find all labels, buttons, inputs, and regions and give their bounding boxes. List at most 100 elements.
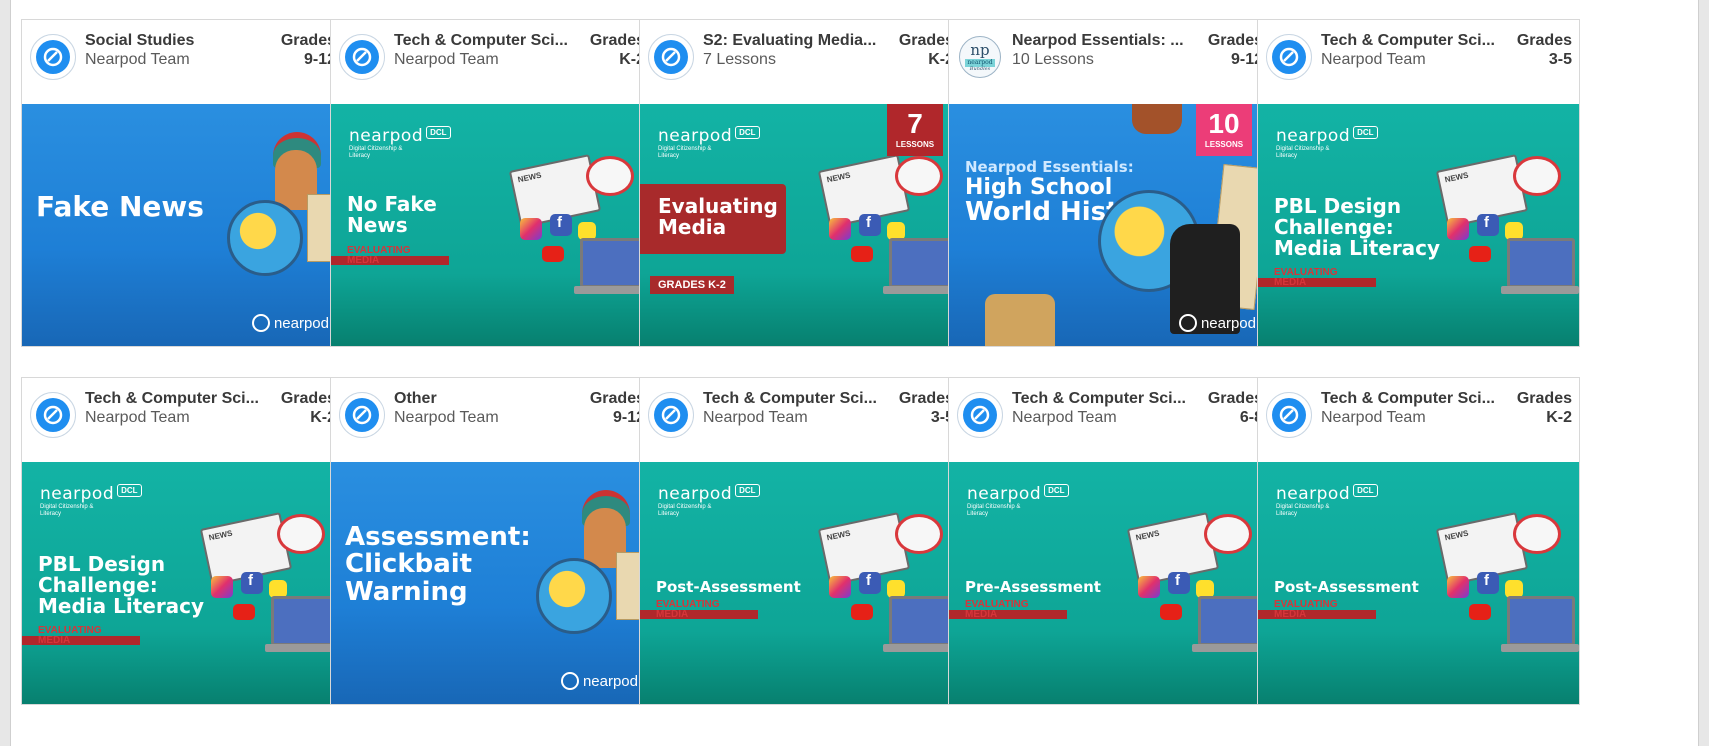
author-avatar	[648, 392, 694, 438]
nearpod-wordmark: nearpod	[967, 484, 1042, 504]
card-subject: Tech & Computer Sci...	[703, 390, 877, 407]
dcl-badge: DCL	[1353, 484, 1378, 497]
author-avatar	[30, 34, 76, 80]
grades-label: Grades	[898, 32, 954, 49]
card-author: Nearpod Team	[1012, 409, 1117, 426]
facebook-icon: f	[241, 572, 263, 594]
thumbnail-title-line: Pre-Assessment	[965, 578, 1101, 596]
lesson-thumbnail[interactable]: Fake News nearpod	[22, 104, 343, 346]
newspaper-label: NEWS	[825, 528, 852, 543]
evaluating-media-label: EVALUATING MEDIA	[38, 625, 102, 646]
thumbnail-title-line: No Fake	[347, 192, 437, 216]
card-header: Tech & Computer Sci... Nearpod Team Grades…	[1258, 378, 1579, 462]
speech-bubble-icon	[895, 156, 943, 196]
lesson-card[interactable]: np nearpod Bundles Nearpod Essentials: ... 1…	[948, 19, 1271, 347]
lesson-thumbnail[interactable]: Nearpod Essentials: High School World Hist…	[949, 104, 1270, 346]
evaluating-media-label: EVALUATING MEDIA	[656, 599, 720, 620]
card-author: 10 Lessons	[1012, 51, 1094, 68]
lesson-thumbnail[interactable]: nearpod DCL Digital Citizenship & Literacy…	[331, 104, 652, 346]
youtube-icon	[1469, 604, 1491, 620]
lesson-thumbnail[interactable]: nearpod DCL Digital Citizenship & Literacy…	[1258, 462, 1579, 704]
facebook-icon: f	[859, 572, 881, 594]
nearpod-dcl-logo: nearpod DCL Digital Citizenship & Literacy	[658, 126, 760, 160]
grades-value: K-2	[1546, 409, 1572, 426]
speech-bubble-icon	[1204, 514, 1252, 554]
nearpod-dcl-logo: nearpod DCL Digital Citizenship & Literacy	[1276, 484, 1378, 518]
card-author: 7 Lessons	[703, 51, 776, 68]
grades-label: Grades	[589, 390, 645, 407]
thumbnail-title-line: Assessment:	[345, 522, 531, 552]
lesson-count-label: LESSONS	[895, 140, 935, 149]
dcl-badge: DCL	[426, 126, 451, 139]
thumbnail-title: Fake News	[36, 190, 204, 223]
laptop-base	[1501, 644, 1579, 652]
youtube-icon	[851, 246, 873, 262]
instagram-icon	[1138, 576, 1160, 598]
thumbnail-title-line: Media Literacy	[1274, 236, 1441, 260]
nearpod-dcl-logo: nearpod DCL Digital Citizenship & Literacy	[967, 484, 1069, 518]
lesson-card[interactable]: Tech & Computer Sci... Nearpod Team Grades…	[1257, 19, 1580, 347]
evaluating-media-label: EVALUATING MEDIA	[965, 599, 1029, 620]
lesson-card[interactable]: Tech & Computer Sci... Nearpod Team Grades…	[639, 377, 962, 705]
instagram-icon	[829, 218, 851, 240]
evaluating-media-label: EVALUATING MEDIA	[1274, 599, 1338, 620]
nearpod-wordmark: nearpod	[658, 126, 733, 146]
globe-icon	[227, 200, 303, 276]
card-header: np nearpod Bundles Nearpod Essentials: ... 1…	[949, 20, 1270, 104]
lesson-thumbnail[interactable]: nearpod DCL Digital Citizenship & Literacy…	[22, 462, 343, 704]
facebook-icon: f	[550, 214, 572, 236]
youtube-icon	[1469, 246, 1491, 262]
youtube-icon	[1160, 604, 1182, 620]
nearpod-wordmark: nearpod	[273, 314, 329, 332]
lesson-card[interactable]: Tech & Computer Sci... Nearpod Team Grades…	[1257, 377, 1580, 705]
grade-tag: GRADES K-2	[650, 276, 734, 294]
lesson-thumbnail[interactable]: Assessment: Clickbait Warning nearpod	[331, 462, 652, 704]
card-header: S2: Evaluating Media... 7 Lessons Grades K-…	[640, 20, 961, 104]
card-subject: S2: Evaluating Media...	[703, 32, 877, 49]
thumbnail-title-line: Nearpod Essentials:	[965, 158, 1134, 176]
thumbnail-title: PBL Design Challenge: Media Literacy	[1274, 196, 1440, 259]
lesson-thumbnail[interactable]: nearpod DCL Digital Citizenship & Literacy…	[640, 462, 961, 704]
lesson-card[interactable]: S2: Evaluating Media... 7 Lessons Grades K-…	[639, 19, 962, 347]
card-header: Tech & Computer Sci... Nearpod Team Grades…	[331, 20, 652, 104]
author-avatar	[1266, 34, 1312, 80]
card-header: Tech & Computer Sci... Nearpod Team Grades…	[22, 378, 343, 462]
author-avatar	[1266, 392, 1312, 438]
nearpod-watermark: nearpod	[1178, 314, 1256, 332]
lesson-thumbnail[interactable]: nearpod DCL Digital Citizenship & Literacy…	[640, 104, 961, 346]
newspaper-label: NEWS	[1443, 170, 1470, 185]
dcl-subtitle: Digital Citizenship & Literacy	[349, 146, 403, 159]
card-header: Tech & Computer Sci... Nearpod Team Grades…	[1258, 20, 1579, 104]
nearpod-wordmark: nearpod	[349, 126, 424, 146]
newspaper-label: NEWS	[825, 170, 852, 185]
youtube-icon	[542, 246, 564, 262]
grades-label: Grades	[589, 32, 645, 49]
facebook-glyph: f	[866, 214, 871, 231]
card-author: Nearpod Team	[703, 409, 808, 426]
grades-label: Grades	[280, 32, 336, 49]
thumbnail-title-line: Challenge:	[1274, 215, 1394, 239]
thumbnail-title: Post-Assessment	[656, 579, 801, 596]
thumbnail-title-line: Fake News	[36, 190, 204, 223]
lesson-card[interactable]: Tech & Computer Sci... Nearpod Team Grades…	[948, 377, 1271, 705]
laptop-icon	[1198, 596, 1266, 646]
thumbnail-title: Assessment: Clickbait Warning	[345, 522, 531, 606]
nearpod-logo-icon	[1272, 40, 1306, 74]
dcl-subtitle: Digital Citizenship & Literacy	[658, 504, 712, 517]
dcl-badge: DCL	[1353, 126, 1378, 139]
thumbnail-title: Pre-Assessment	[965, 578, 1101, 596]
card-subject: Other	[394, 390, 437, 407]
lesson-thumbnail[interactable]: nearpod DCL Digital Citizenship & Literacy…	[1258, 104, 1579, 346]
nearpod-logo-icon	[36, 398, 70, 432]
avatar-tag: Bundles	[969, 65, 991, 72]
lesson-thumbnail[interactable]: nearpod DCL Digital Citizenship & Literacy…	[949, 462, 1270, 704]
lesson-card[interactable]: Tech & Computer Sci... Nearpod Team Grades…	[330, 19, 653, 347]
lesson-count: 7	[907, 108, 923, 139]
card-author: Nearpod Team	[394, 409, 499, 426]
dcl-subtitle: Digital Citizenship & Literacy	[40, 504, 94, 517]
lesson-card[interactable]: Tech & Computer Sci... Nearpod Team Grades…	[21, 377, 344, 705]
lesson-card[interactable]: Other Nearpod Team Grades 9-12 Assessment: Cl…	[330, 377, 653, 705]
card-author: Nearpod Team	[1321, 409, 1426, 426]
nearpod-logo-icon	[654, 40, 688, 74]
lesson-card[interactable]: Social Studies Nearpod Team Grades 9-12 Fake…	[21, 19, 344, 347]
